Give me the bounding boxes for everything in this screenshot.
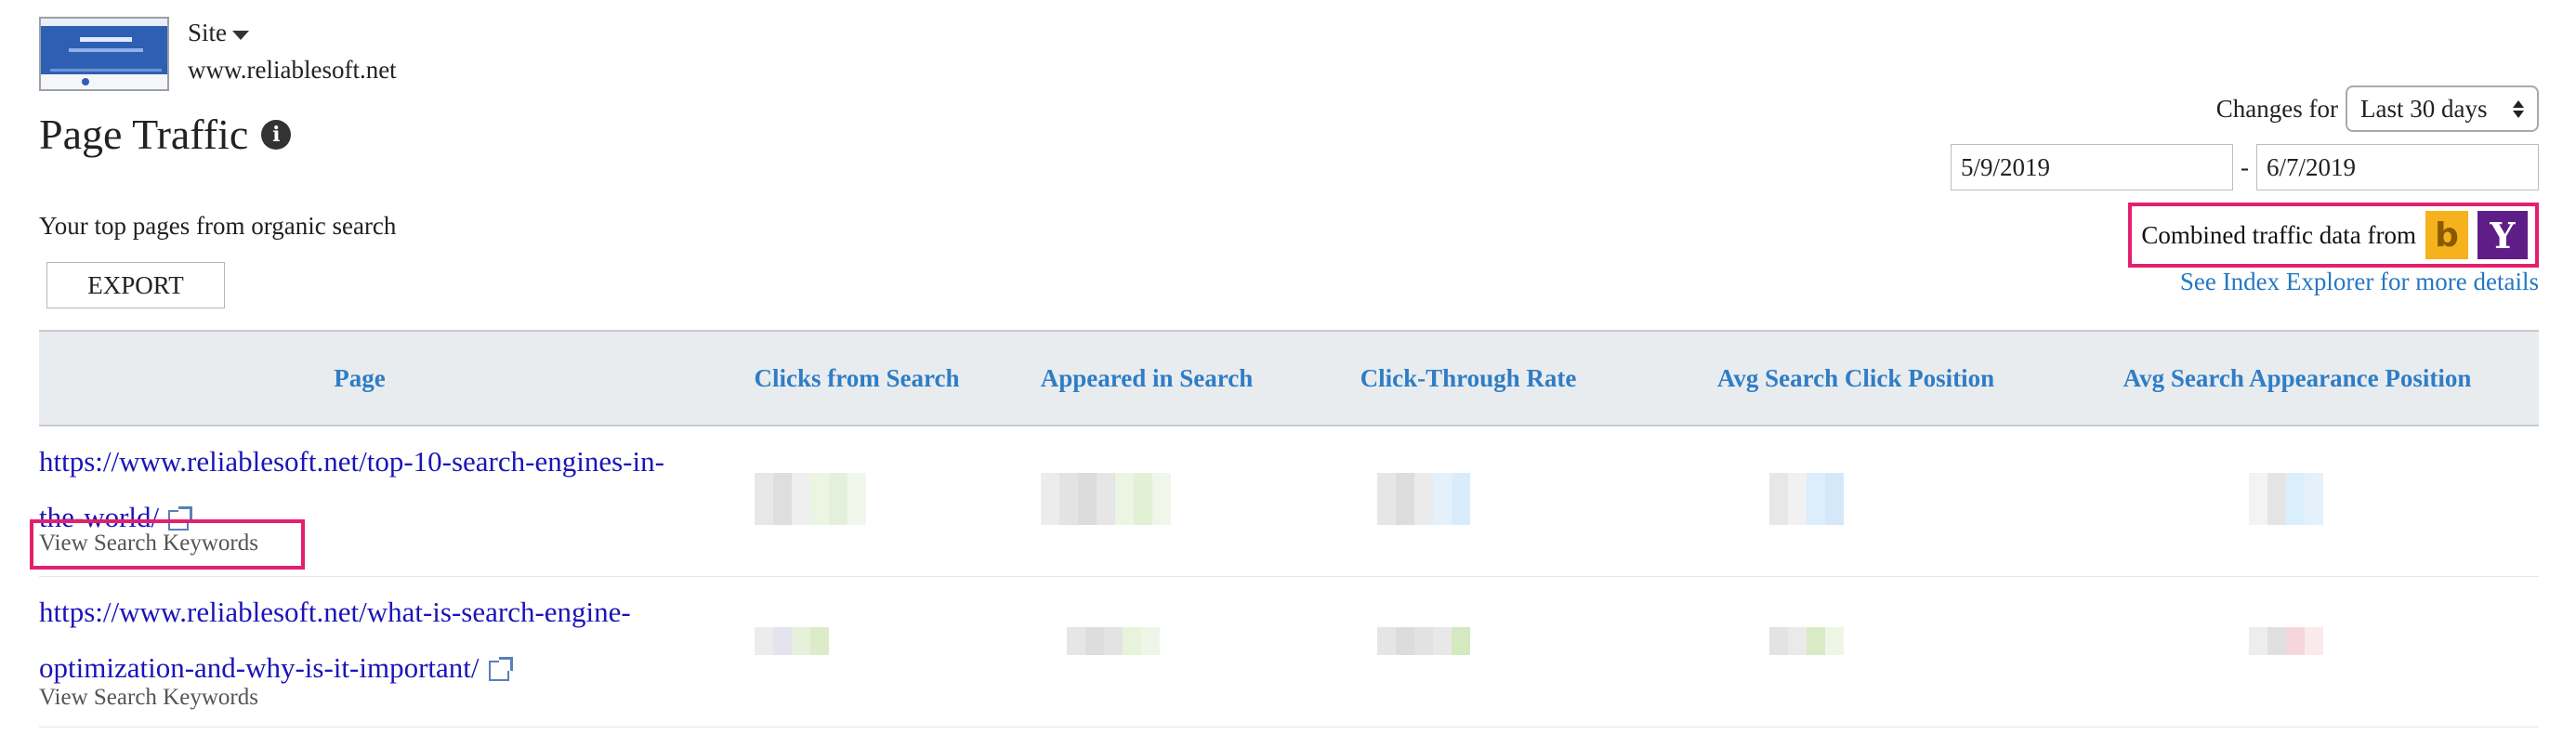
changes-for-label: Changes for bbox=[2215, 94, 2338, 123]
view-search-keywords-link[interactable]: View Search Keywords bbox=[39, 531, 258, 557]
changes-for-control: Changes for Last 30 days bbox=[2216, 85, 2539, 132]
column-header-avg-appearance-position[interactable]: Avg Search Appearance Position bbox=[2056, 332, 2539, 425]
view-search-keywords-link[interactable]: View Search Keywords bbox=[39, 685, 258, 711]
redacted-appeared-value bbox=[1041, 473, 1171, 525]
bing-icon: b bbox=[2425, 211, 2468, 259]
redacted-clicks-value bbox=[755, 627, 829, 655]
date-to-input[interactable] bbox=[2256, 144, 2539, 190]
see-index-explorer-link[interactable]: See Index Explorer for more details bbox=[2180, 268, 2539, 296]
redacted-avg-appearance-position-value bbox=[2249, 627, 2323, 655]
page-subtitle: Your top pages from organic search bbox=[39, 212, 397, 240]
table-row: https://www.reliablesoft.net/what-is-sea… bbox=[39, 577, 2539, 727]
export-button[interactable]: EXPORT bbox=[46, 262, 225, 308]
combined-traffic-label: Combined traffic data from bbox=[2141, 220, 2416, 249]
date-range: - bbox=[1951, 144, 2539, 190]
site-url: www.reliablesoft.net bbox=[188, 56, 397, 84]
site-thumbnail[interactable] bbox=[39, 17, 169, 91]
page-url-text: https://www.reliablesoft.net/what-is-sea… bbox=[39, 596, 631, 684]
redacted-clicks-value bbox=[755, 473, 866, 525]
table-row: https://www.reliablesoft.net/top-10-sear… bbox=[30, 426, 2539, 577]
column-header-avg-click-position[interactable]: Avg Search Click Position bbox=[1610, 332, 2102, 425]
site-label: Site bbox=[188, 19, 228, 46]
column-header-appeared[interactable]: Appeared in Search bbox=[970, 332, 1323, 425]
redacted-appeared-value bbox=[1067, 627, 1160, 655]
period-select-value: Last 30 days bbox=[2360, 94, 2488, 123]
redacted-ctr-value bbox=[1377, 473, 1470, 525]
page-url-link[interactable]: https://www.reliablesoft.net/what-is-sea… bbox=[39, 584, 671, 696]
redacted-avg-click-position-value bbox=[1769, 473, 1844, 525]
period-select[interactable]: Last 30 days bbox=[2346, 85, 2539, 132]
info-icon[interactable]: i bbox=[261, 119, 292, 150]
yahoo-icon: Y bbox=[2477, 211, 2528, 259]
page-title-text: Page Traffic bbox=[39, 111, 249, 158]
date-from-input[interactable] bbox=[1951, 144, 2233, 190]
caret-down-icon bbox=[232, 30, 250, 40]
combined-traffic-box: Combined traffic data from b Y bbox=[2128, 203, 2539, 268]
date-separator: - bbox=[2241, 152, 2249, 181]
external-link-icon[interactable] bbox=[488, 656, 513, 681]
page-title: Page Traffic i bbox=[39, 110, 292, 159]
site-dropdown[interactable]: Site bbox=[188, 19, 250, 47]
table-header: Page Clicks from Search Appeared in Sear… bbox=[39, 330, 2539, 426]
redacted-avg-appearance-position-value bbox=[2249, 473, 2323, 525]
select-arrows-icon bbox=[2513, 99, 2524, 118]
column-header-page[interactable]: Page bbox=[39, 332, 680, 425]
column-header-ctr[interactable]: Click-Through Rate bbox=[1282, 332, 1654, 425]
redacted-avg-click-position-value bbox=[1769, 627, 1844, 655]
redacted-ctr-value bbox=[1377, 627, 1470, 655]
